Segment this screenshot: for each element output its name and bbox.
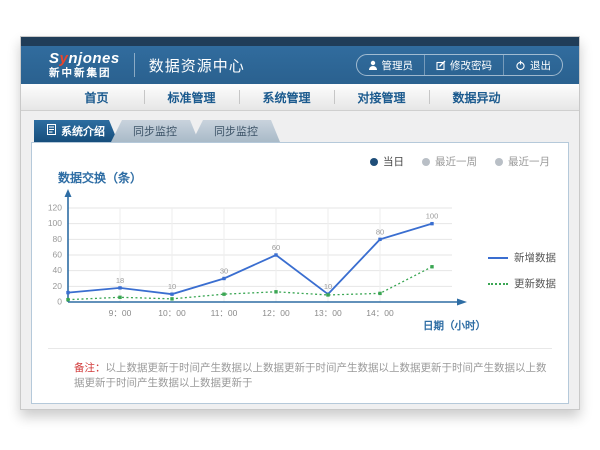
nav-item-standard-mgmt[interactable]: 标准管理 <box>144 84 239 110</box>
svg-text:18: 18 <box>116 276 124 285</box>
content-area: 系统介绍 同步监控 同步监控 当日 最近一周 <box>21 111 579 404</box>
tab-system-intro[interactable]: 系统介绍 <box>34 120 118 142</box>
app-window: Synjones 新中新集团 数据资源中心 管理员 修改密码 <box>20 36 580 410</box>
radio-dot <box>370 158 378 166</box>
nav-item-interface-mgmt[interactable]: 对接管理 <box>334 84 429 110</box>
svg-text:20: 20 <box>53 281 63 291</box>
svg-text:60: 60 <box>53 250 63 260</box>
svg-text:0: 0 <box>57 297 62 307</box>
logout-label: 退出 <box>530 58 551 73</box>
nav-item-system-mgmt[interactable]: 系统管理 <box>239 84 334 110</box>
tab-label: 系统介绍 <box>61 123 105 139</box>
header-user-bar: 管理员 修改密码 退出 <box>356 54 564 76</box>
user-icon <box>368 60 378 71</box>
range-filter-group: 当日 最近一周 最近一月 <box>370 154 550 169</box>
chart-legend: 新增数据 更新数据 <box>488 188 568 291</box>
radio-label: 最近一周 <box>435 154 477 169</box>
radio-dot <box>422 158 430 166</box>
legend-item-updated-data: 更新数据 <box>488 276 568 291</box>
solid-line-icon <box>488 257 508 259</box>
svg-text:60: 60 <box>272 243 280 252</box>
app-header: Synjones 新中新集团 数据资源中心 管理员 修改密码 <box>21 46 579 84</box>
radio-today[interactable]: 当日 <box>370 154 404 169</box>
change-password-button[interactable]: 修改密码 <box>424 55 503 75</box>
brand-logo: Synjones 新中新集团 <box>37 51 120 79</box>
footnote-text: 以上数据更新于时间产生数据以上数据更新于时间产生数据以上数据更新于时间产生数据以… <box>74 362 547 389</box>
edit-icon <box>436 60 446 71</box>
y-axis-title: 数据交换（条） <box>58 169 568 186</box>
tab-bar: 系统介绍 同步监控 同步监控 <box>31 120 569 142</box>
radio-label: 最近一月 <box>508 154 550 169</box>
chart-panel: 当日 最近一周 最近一月 数据交换（条） 0 20 40 60 80 100 120 9：00… <box>31 142 569 404</box>
svg-text:80: 80 <box>53 234 63 244</box>
legend-item-new-data: 新增数据 <box>488 250 568 265</box>
brand-name: Synjones <box>49 51 120 66</box>
svg-text:80: 80 <box>376 227 384 236</box>
tab-label: 同步监控 <box>133 123 177 139</box>
nav-item-home[interactable]: 首页 <box>49 84 144 110</box>
radio-label: 当日 <box>383 154 404 169</box>
tab-sync-monitor-2[interactable]: 同步监控 <box>192 120 280 142</box>
svg-text:30: 30 <box>220 267 228 276</box>
main-nav: 首页 标准管理 系统管理 对接管理 数据异动 <box>21 84 579 111</box>
radio-dot <box>495 158 503 166</box>
nav-item-data-change[interactable]: 数据异动 <box>429 84 524 110</box>
user-label: 管理员 <box>382 58 414 73</box>
legend-label: 新增数据 <box>514 250 556 265</box>
page-title: 数据资源中心 <box>149 55 245 76</box>
brand-company: 新中新集团 <box>49 68 120 79</box>
svg-text:10: 10 <box>168 282 176 291</box>
line-chart: 0 20 40 60 80 100 120 9：00 10：00 11：00 12：00 13：00 1… <box>38 188 488 340</box>
tab-sync-monitor-1[interactable]: 同步监控 <box>111 120 199 142</box>
document-icon <box>47 124 56 138</box>
header-divider <box>134 53 135 77</box>
svg-text:10: 10 <box>324 282 332 291</box>
footnote-label: 备注： <box>74 362 106 374</box>
window-top-strip <box>21 37 579 46</box>
svg-text:14：00: 14：00 <box>366 308 394 318</box>
logout-button[interactable]: 退出 <box>503 55 562 75</box>
svg-text:13：00: 13：00 <box>314 308 342 318</box>
radio-last-month[interactable]: 最近一月 <box>495 154 550 169</box>
radio-last-week[interactable]: 最近一周 <box>422 154 477 169</box>
svg-text:10：00: 10：00 <box>158 308 186 318</box>
svg-text:日期（小时）: 日期（小时） <box>423 319 486 332</box>
svg-text:120: 120 <box>48 203 62 213</box>
dotted-line-icon <box>488 283 508 285</box>
svg-text:12：00: 12：00 <box>262 308 290 318</box>
legend-label: 更新数据 <box>514 276 556 291</box>
change-password-label: 修改密码 <box>450 58 492 73</box>
svg-text:100: 100 <box>426 212 439 221</box>
svg-text:9：00: 9：00 <box>109 308 132 318</box>
tab-label: 同步监控 <box>214 123 258 139</box>
svg-text:11：00: 11：00 <box>211 308 238 318</box>
user-button[interactable]: 管理员 <box>357 55 425 75</box>
svg-text:100: 100 <box>48 218 62 228</box>
power-icon <box>515 60 526 71</box>
chart-row: 0 20 40 60 80 100 120 9：00 10：00 11：00 12：00 13：00 1… <box>32 188 568 340</box>
svg-text:40: 40 <box>53 265 63 275</box>
footnote: 备注：以上数据更新于时间产生数据以上数据更新于时间产生数据以上数据更新于时间产生… <box>48 348 552 390</box>
